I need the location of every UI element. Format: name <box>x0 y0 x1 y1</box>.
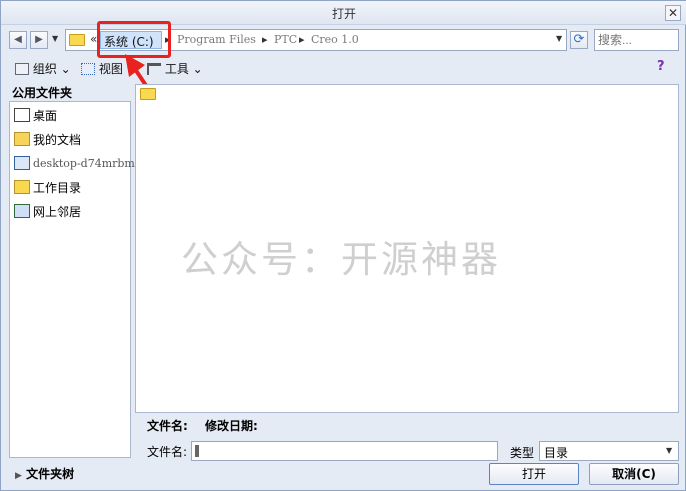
folder-tree-toggle[interactable]: ▶ 文件夹树 <box>15 465 74 482</box>
chevron-down-icon: ⌄ <box>192 62 203 76</box>
forward-button[interactable]: ▶ <box>30 31 48 49</box>
folder-icon[interactable] <box>140 88 156 100</box>
type-select[interactable]: 目录 ▼ <box>539 441 679 461</box>
breadcrumb-separator[interactable]: ▸ <box>262 33 268 46</box>
favorite-item-computer[interactable]: desktop-d74mrbm <box>14 153 135 173</box>
tools-icon <box>147 63 161 75</box>
filename-input[interactable] <box>191 441 498 461</box>
favorites-header: 公用文件夹 <box>12 86 73 100</box>
folder-tree-label: 文件夹树 <box>26 467 75 481</box>
tools-label: 工具 <box>164 62 189 76</box>
favorite-item-label: desktop-d74mrbm <box>33 156 135 170</box>
text-cursor <box>195 445 199 457</box>
view-menu[interactable]: 视图 <box>81 60 123 77</box>
organize-icon <box>15 63 29 75</box>
cancel-button[interactable]: 取消(C) <box>589 463 679 485</box>
history-dropdown-icon[interactable]: ▼ <box>52 34 58 43</box>
open-button[interactable]: 打开 <box>489 463 579 485</box>
favorite-item-documents[interactable]: 我的文档 <box>14 129 81 149</box>
breadcrumb-ptc[interactable]: PTC <box>274 33 297 46</box>
column-modified-label: 修改日期: <box>205 419 258 433</box>
organize-label: 组织 <box>32 62 57 76</box>
chevron-down-icon: ⌄ <box>60 62 71 76</box>
favorite-item-label: 网上邻居 <box>33 204 82 219</box>
chevron-down-icon: ▼ <box>666 446 673 455</box>
favorite-item-desktop[interactable]: 桌面 <box>14 105 57 125</box>
back-button[interactable]: ◀ <box>9 31 27 49</box>
working-directory-icon <box>14 180 30 194</box>
documents-icon <box>14 132 30 146</box>
desktop-icon <box>14 108 30 122</box>
breadcrumb-creo[interactable]: Creo 1.0 <box>311 33 359 46</box>
favorite-item-label: 桌面 <box>33 108 58 123</box>
favorite-item-label: 我的文档 <box>33 132 82 147</box>
refresh-icon[interactable]: ⟳ <box>570 31 588 49</box>
breadcrumb-separator[interactable]: ▸ <box>299 33 305 46</box>
breadcrumb-program-files[interactable]: Program Files <box>177 33 256 46</box>
type-value: 目录 <box>544 446 569 460</box>
favorite-item-network[interactable]: 网上邻居 <box>14 201 81 221</box>
folder-icon <box>69 34 85 46</box>
view-icon <box>81 63 95 75</box>
file-info-bar: 文件名: 修改日期: <box>135 415 679 433</box>
computer-icon <box>14 156 30 170</box>
network-icon <box>14 204 30 218</box>
organize-menu[interactable]: 组织 ⌄ <box>15 60 71 77</box>
address-dropdown-icon[interactable]: ▼ <box>556 34 562 43</box>
open-dialog: 打开 ✕ ◀ ▶ ▼ « 系统 (C:) ▸ Program Files ▸ P… <box>0 0 686 491</box>
dialog-title: 打开 <box>331 7 356 21</box>
favorite-item-label: 工作目录 <box>33 180 82 195</box>
column-name-label: 文件名: <box>147 419 188 433</box>
view-label: 视图 <box>98 62 123 76</box>
help-icon[interactable]: ? <box>657 59 665 74</box>
expand-arrow-icon: ▶ <box>15 471 22 481</box>
filename-label: 文件名: <box>147 445 188 459</box>
tools-menu[interactable]: 工具 ⌄ <box>147 60 203 77</box>
type-label: 类型 <box>510 446 535 460</box>
watermark-text: 公众号：开源神器 <box>181 238 501 281</box>
close-button[interactable]: ✕ <box>665 5 681 21</box>
search-input[interactable] <box>594 29 679 51</box>
favorites-panel: 桌面 我的文档 desktop-d74mrbm 工作目录 网上邻居 <box>9 101 135 458</box>
favorite-item-working-directory[interactable]: 工作目录 <box>14 177 81 197</box>
